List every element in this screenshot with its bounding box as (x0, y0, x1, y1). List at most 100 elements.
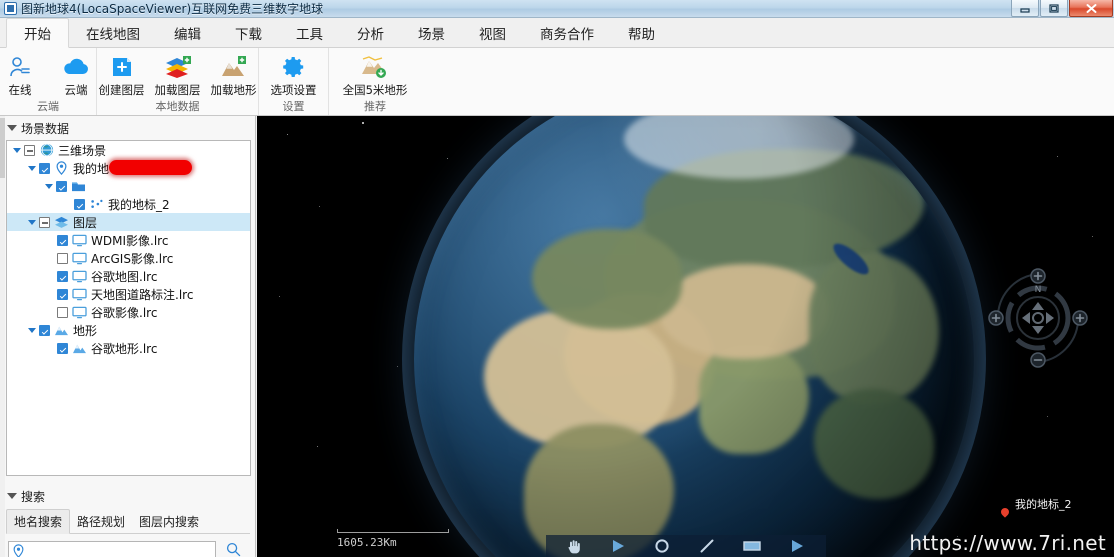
menu-tab-analysis[interactable]: 分析 (340, 18, 401, 47)
scene-tree[interactable]: 三维场景 我的地 我的地标_2 图层 WDMI影像.lrc ArcGIS影像.l… (6, 140, 251, 476)
ribbon-button-create-layer[interactable]: 创建图层 (95, 52, 149, 98)
svg-text:N: N (1035, 285, 1042, 295)
tree-checkbox[interactable] (39, 162, 50, 174)
twisty-expanded-icon[interactable] (28, 219, 36, 225)
circle-measure-icon[interactable] (654, 538, 670, 554)
ribbon-group-settings-label: 设置 (282, 100, 305, 113)
search-icon[interactable] (226, 542, 241, 557)
window-title: 图新地球4(LocaSpaceViewer)互联网免费三维数字地球 (21, 2, 324, 16)
tab-route-planning[interactable]: 路径规划 (70, 510, 132, 533)
tree-checkbox[interactable] (39, 324, 50, 336)
tree-checkbox[interactable] (39, 216, 50, 228)
maximize-button[interactable] (1040, 0, 1068, 17)
tree-row[interactable]: WDMI影像.lrc (7, 231, 250, 249)
search-header-label: 搜索 (21, 489, 46, 504)
ribbon-button-options[interactable]: 选项设置 (266, 52, 322, 98)
map-placemark[interactable]: 我的地标_2 (999, 498, 1072, 518)
load-terrain-icon (220, 54, 248, 80)
twisty-none (45, 240, 54, 241)
ribbon-button-load-terrain[interactable]: 加载地形 (207, 52, 261, 98)
tree-row[interactable]: ArcGIS影像.lrc (7, 249, 250, 267)
line-measure-icon[interactable] (699, 538, 715, 554)
tree-row[interactable]: 谷歌地形.lrc (7, 339, 250, 357)
close-button[interactable] (1069, 0, 1113, 17)
ribbon-button-china-5m-terrain[interactable]: 全国5米地形 (336, 52, 414, 98)
scene-data-header[interactable]: 场景数据 (0, 119, 255, 137)
polygon-measure-icon[interactable] (789, 538, 805, 554)
menu-tab-help[interactable]: 帮助 (611, 18, 672, 47)
search-input-wrapper[interactable] (8, 541, 216, 557)
tree-checkbox[interactable] (57, 270, 68, 282)
chevron-down-icon (7, 125, 17, 131)
tab-layer-search[interactable]: 图层内搜索 (132, 510, 206, 533)
globe[interactable] (413, 116, 974, 557)
tree-row[interactable]: 谷歌影像.lrc (7, 303, 250, 321)
tab-place-search[interactable]: 地名搜索 (6, 509, 71, 534)
ribbon-toolbar: 在线 云端 云端 创建图层 加载图层 加载地形 本地数据 选项设置 设置 全国5… (0, 48, 1114, 116)
navigation-compass-icon[interactable]: N (986, 266, 1090, 370)
tree-row[interactable]: 谷歌地图.lrc (7, 267, 250, 285)
menu-tab-download[interactable]: 下载 (218, 18, 279, 47)
twisty-expanded-icon[interactable] (45, 183, 53, 189)
menu-tab-edit[interactable]: 编辑 (157, 18, 218, 47)
tree-row-label: 天地图道路标注.lrc (91, 287, 194, 302)
location-pin-icon (12, 544, 25, 557)
tree-row-label: 谷歌影像.lrc (91, 305, 158, 320)
search-input[interactable] (27, 543, 207, 557)
ribbon-button-load-layer[interactable]: 加载图层 (151, 52, 205, 98)
tree-row-label: 我的地 (73, 161, 110, 176)
search-row (8, 541, 248, 557)
map-viewport[interactable]: 我的地标_2 N 1605.23Km https://www.7ri.net (257, 116, 1114, 557)
tree-row[interactable]: 我的地标_2 (7, 195, 250, 213)
twisty-expanded-icon[interactable] (28, 327, 36, 333)
monitor-icon (72, 305, 87, 319)
redaction-overlay (109, 160, 192, 175)
ribbon-button-cloud-label: 云端 (64, 83, 88, 97)
tree-checkbox[interactable] (57, 234, 68, 246)
tree-checkbox[interactable] (57, 306, 68, 318)
tree-checkbox[interactable] (24, 144, 35, 156)
tree-row[interactable]: 三维场景 (7, 141, 250, 159)
tree-row[interactable]: 我的地 (7, 159, 250, 177)
tree-row-label: 谷歌地图.lrc (91, 269, 158, 284)
tree-row-label: 三维场景 (58, 143, 107, 158)
tree-row[interactable] (7, 177, 250, 195)
folder-icon (71, 179, 86, 193)
tree-checkbox[interactable] (74, 198, 85, 210)
menu-tab-scene[interactable]: 场景 (401, 18, 462, 47)
tree-checkbox[interactable] (57, 342, 68, 354)
landmass-india (698, 343, 809, 454)
tree-checkbox[interactable] (57, 288, 68, 300)
twisty-none (45, 348, 54, 349)
landmass-europe (531, 228, 682, 329)
tree-row[interactable]: 天地图道路标注.lrc (7, 285, 250, 303)
twisty-expanded-icon[interactable] (28, 165, 36, 171)
cursor-select-icon[interactable] (610, 538, 626, 554)
tree-checkbox[interactable] (56, 180, 67, 192)
ribbon-group-cloud: 在线 云端 云端 (0, 48, 97, 115)
menu-tab-view[interactable]: 视图 (462, 18, 523, 47)
minimize-button[interactable] (1011, 0, 1039, 17)
tree-checkbox[interactable] (57, 252, 68, 264)
menu-tab-business[interactable]: 商务合作 (523, 18, 611, 47)
left-scrollbar-thumb[interactable] (0, 118, 5, 178)
ribbon-button-china-5m-terrain-label: 全国5米地形 (342, 83, 408, 97)
map-pin-icon[interactable] (999, 506, 1011, 518)
terrain-icon (72, 341, 87, 355)
rectangle-measure-icon[interactable] (743, 539, 761, 553)
tree-row[interactable]: 地形 (7, 321, 250, 339)
hand-pan-icon[interactable] (566, 538, 582, 554)
menu-tab-onlinemap[interactable]: 在线地图 (69, 18, 157, 47)
title-bar: 图新地球4(LocaSpaceViewer)互联网免费三维数字地球 (0, 0, 1114, 18)
menu-tab-start[interactable]: 开始 (6, 18, 69, 48)
search-header[interactable]: 搜索 (0, 487, 256, 505)
twisty-expanded-icon[interactable] (13, 147, 21, 153)
chevron-down-icon (7, 493, 17, 499)
left-scrollbar[interactable] (0, 116, 5, 557)
ribbon-button-online[interactable]: 在线 (0, 52, 47, 98)
tree-row[interactable]: 图层 (7, 213, 250, 231)
ribbon-group-localdata-label: 本地数据 (155, 100, 200, 113)
landmass-central-asia-desert (658, 263, 829, 359)
ribbon-group-localdata: 创建图层 加载图层 加载地形 本地数据 (97, 48, 259, 115)
menu-tab-tools[interactable]: 工具 (279, 18, 340, 47)
